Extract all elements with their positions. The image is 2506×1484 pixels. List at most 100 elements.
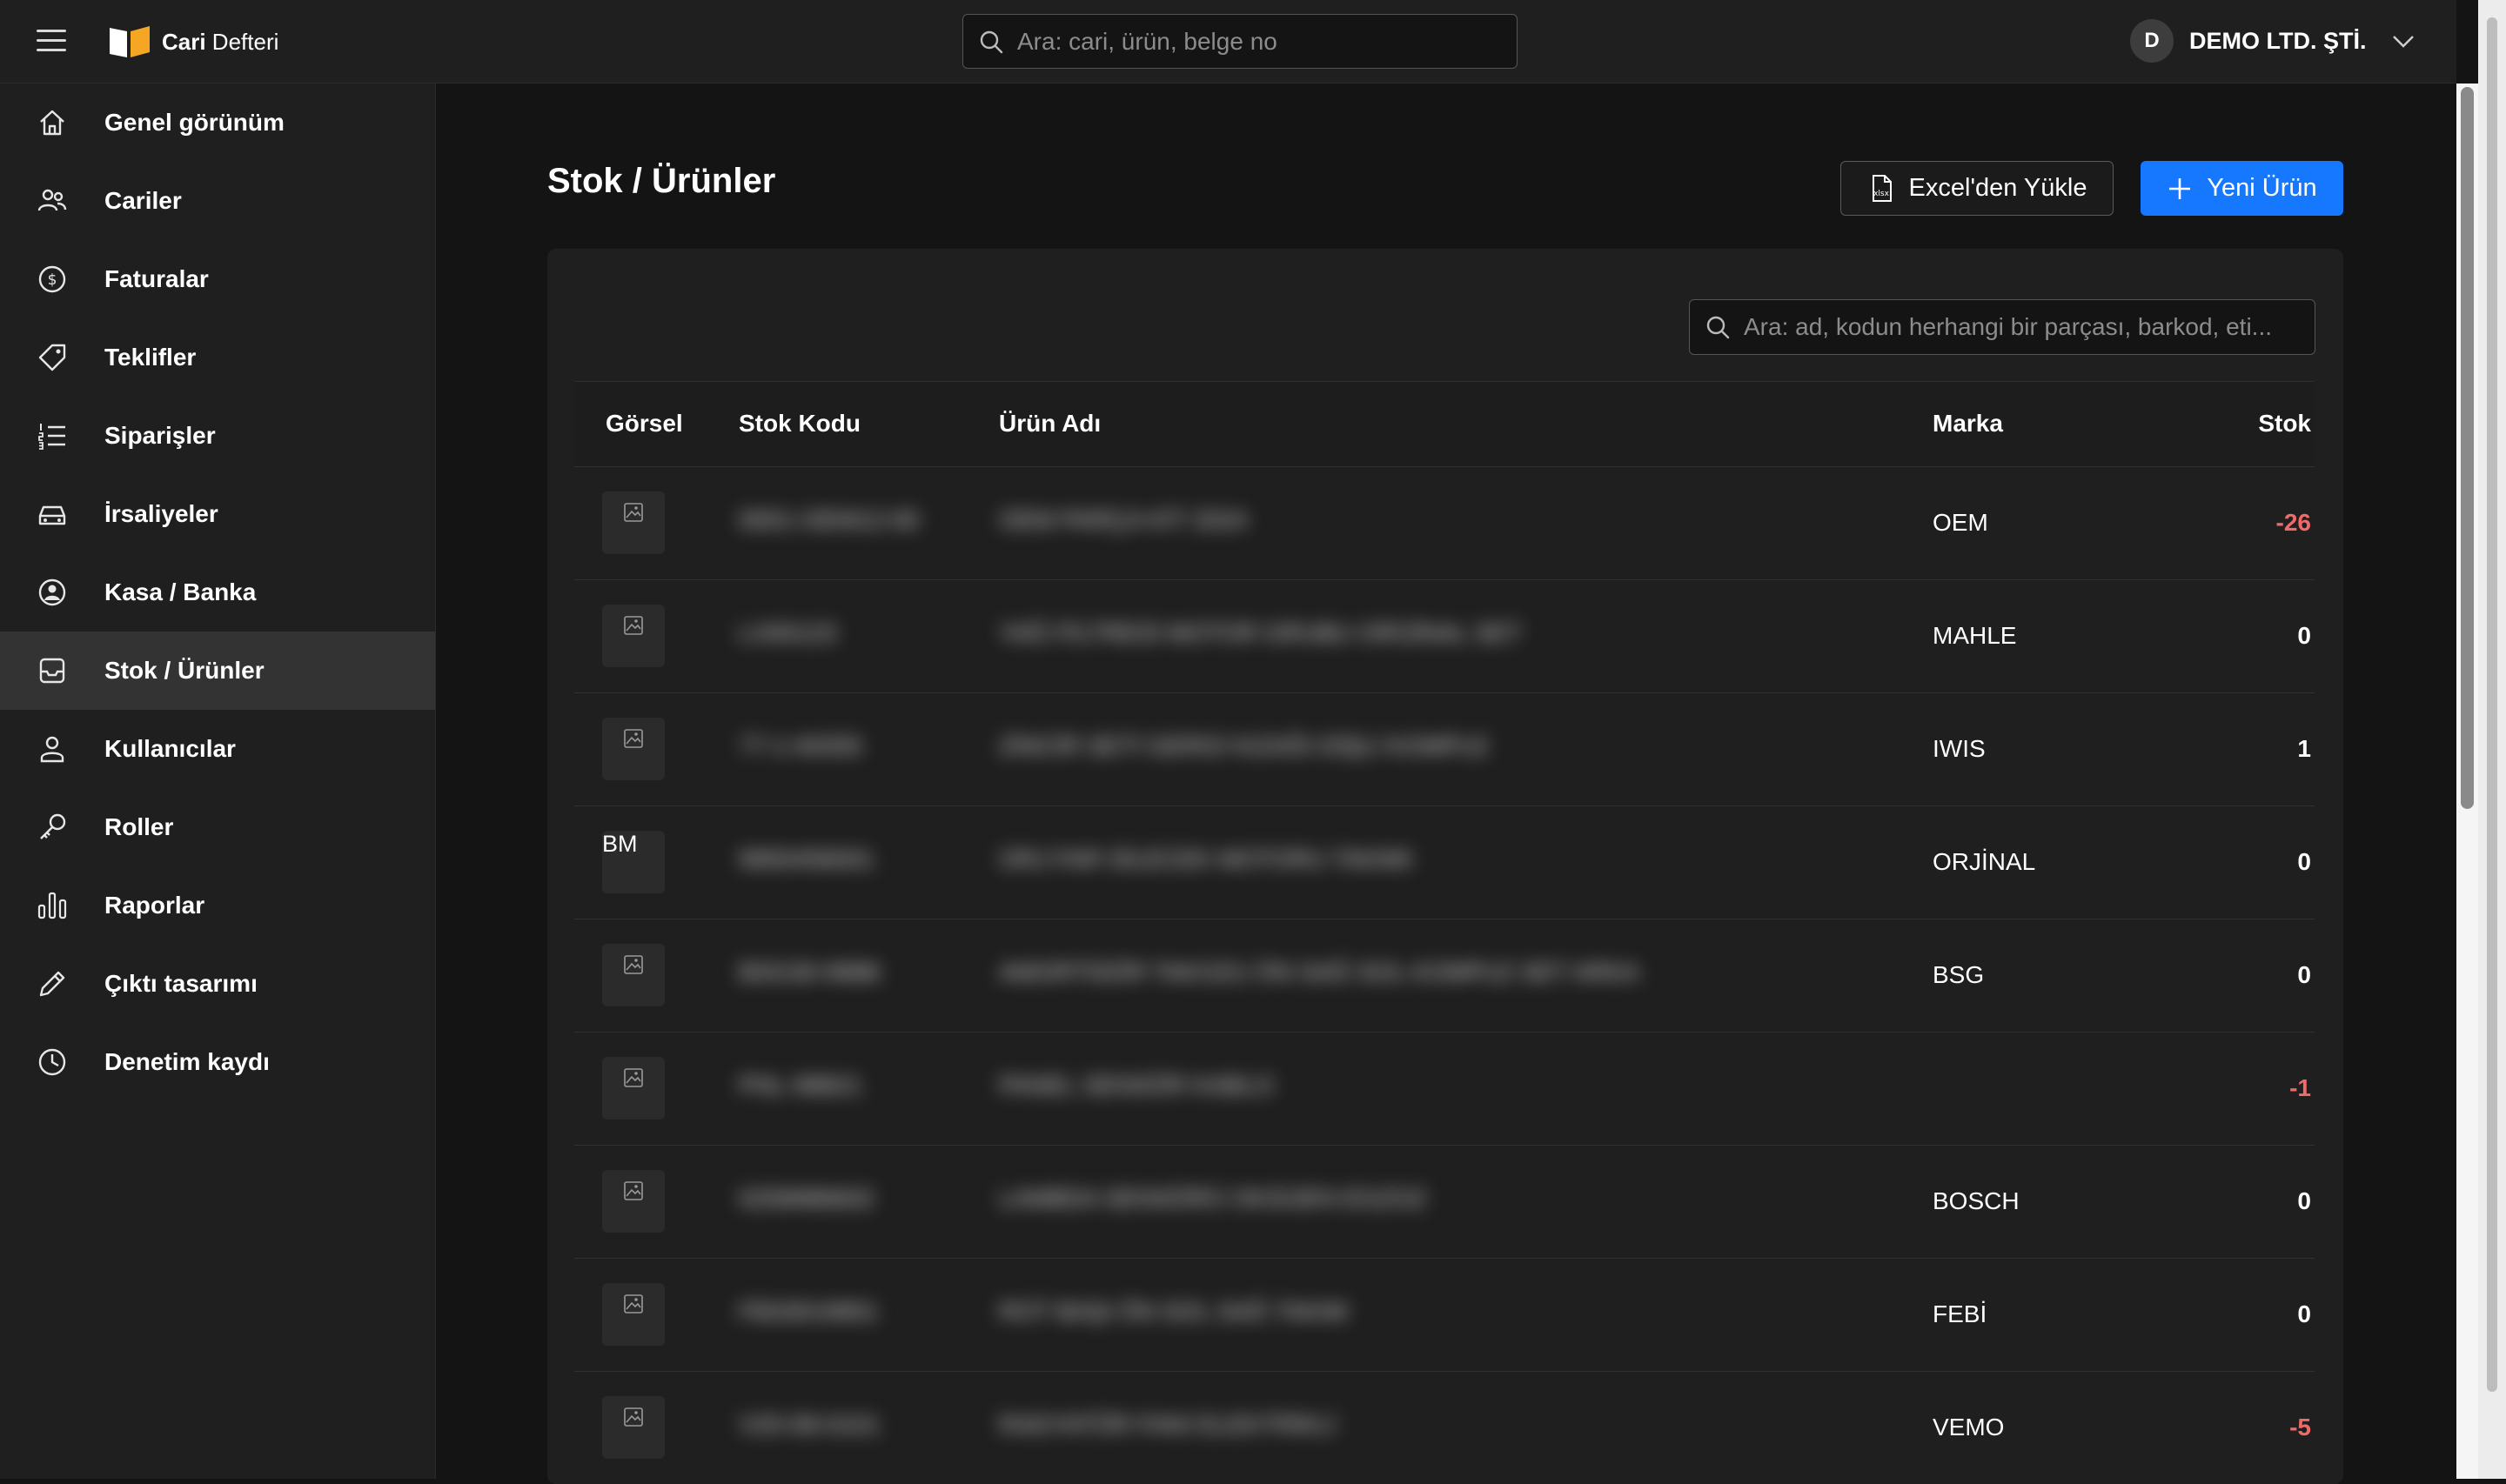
global-search[interactable] (962, 14, 1518, 69)
column-header-stok[interactable]: Stok (2258, 410, 2311, 438)
table-row[interactable]: 77-1-WS55 ZİNCİR SETİ GERGİ KIZAĞI DİŞLİ… (574, 693, 2315, 806)
product-name[interactable]: YAĞ FİLTRESİ MOTOR GRUBU ORİJİNAL SET (999, 619, 1522, 654)
window-scrollbar-thumb[interactable] (2487, 17, 2497, 1392)
sidebar-item-label: Kullanıcılar (104, 735, 236, 762)
column-header-urun-adi[interactable]: Ürün Adı (999, 410, 1101, 438)
page-title: Stok / Ürünler (547, 162, 776, 200)
sidebar-item-label: Çıktı tasarımı (104, 970, 258, 997)
sidebar-item-denetim-kaydi[interactable]: Denetim kaydı (0, 1023, 435, 1101)
product-thumbnail[interactable] (602, 1057, 665, 1120)
table-row[interactable]: LX00123 YAĞ FİLTRESİ MOTOR GRUBU ORİJİNA… (574, 580, 2315, 693)
search-icon (980, 30, 1003, 53)
sidebar-item-genel-gorunum[interactable]: Genel görünüm (0, 84, 435, 162)
product-name[interactable]: PANEL SENSÖR KABLO (999, 1072, 1274, 1106)
product-thumbnail[interactable] (602, 1396, 665, 1459)
menu-icon[interactable] (37, 30, 66, 52)
product-name[interactable]: RADYATÖR FANI ELEKTRİKLİ (999, 1411, 1337, 1446)
sidebar-item-label: Faturalar (104, 265, 209, 292)
stock-code: V20-08-0101 (739, 1411, 880, 1438)
stock-code: 9900456001 (739, 846, 874, 872)
sidebar-item-label: Raporlar (104, 892, 205, 919)
product-name[interactable]: ZİNCİR SETİ GERGİ KIZAĞI DİŞLİ KOMPLE (999, 732, 1489, 767)
table-row[interactable]: BM 9900456001 ORJ FAR SİLECEK MOTORU TAK… (574, 806, 2315, 919)
key-icon (40, 813, 66, 839)
stock-code: 77-1-WS55 (739, 732, 862, 759)
product-name[interactable]: OEM PARÇA KİT 2024 (999, 506, 1247, 541)
product-thumbnail[interactable] (602, 605, 665, 667)
sidebar-item-kullanicilar[interactable]: Kullanıcılar (0, 710, 435, 788)
table-row[interactable]: FB33019901 ROT BAŞI ÖN SOL SAĞ TAKIM FEB… (574, 1259, 2315, 1372)
stock-code: FB33019901 (739, 1298, 879, 1325)
product-name[interactable]: AMORTİSÖR TAKOZU ÖN SAĞ SOL KOMPLE SET A… (999, 959, 1639, 993)
product-thumbnail[interactable] (602, 491, 665, 554)
column-header-marka[interactable]: Marka (1933, 410, 2003, 438)
svg-text:$: $ (48, 271, 57, 289)
sidebar-item-kasa-banka[interactable]: Kasa / Banka (0, 553, 435, 632)
products-card: Görsel Stok Kodu Ürün Adı Marka Stok 000… (547, 249, 2343, 1484)
stock-code: 0258986602 (739, 1185, 874, 1212)
sidebar-item-label: Cariler (104, 187, 182, 214)
svg-text:xlsx: xlsx (1873, 190, 1890, 198)
ordered-list-icon (38, 424, 65, 450)
user-menu[interactable]: D DEMO LTD. ŞTİ. (2130, 19, 2416, 63)
sidebar-item-label: İrsaliyeler (104, 500, 218, 527)
sidebar-item-teklifler[interactable]: Teklifler (0, 318, 435, 397)
book-logo-icon (110, 26, 150, 57)
sidebar-item-label: Denetim kaydı (104, 1048, 270, 1075)
users-icon (37, 189, 67, 211)
stock-value: 0 (2297, 961, 2311, 988)
sidebar-item-label: Genel görünüm (104, 109, 285, 136)
image-placeholder-icon (624, 1181, 643, 1200)
brand: BSG (1933, 961, 1985, 988)
excel-upload-label: Excel'den Yükle (1908, 174, 2087, 202)
product-thumbnail[interactable] (602, 1170, 665, 1233)
product-thumbnail[interactable] (602, 718, 665, 780)
product-thumbnail[interactable] (602, 944, 665, 1006)
excel-upload-button[interactable]: xlsx Excel'den Yükle (1840, 161, 2114, 216)
stock-code: BSG30-9988 (739, 959, 880, 986)
column-header-stok-kodu[interactable]: Stok Kodu (739, 410, 861, 438)
product-name[interactable]: LAMBDA SENSÖRÜ OKSİJEN EGZOZ (999, 1185, 1427, 1220)
sidebar-item-irsaliyeler[interactable]: İrsaliyeler (0, 475, 435, 553)
global-search-input[interactable] (1015, 26, 1517, 57)
table-search[interactable] (1689, 299, 2315, 355)
top-bar: Cari Defteri D DEMO LTD. ŞTİ. (0, 0, 2456, 84)
image-placeholder-icon (624, 1407, 643, 1427)
image-placeholder-icon (624, 1068, 643, 1087)
app-name: Cari Defteri (162, 28, 279, 55)
app-logo[interactable]: Cari Defteri (108, 24, 278, 59)
inbox-icon (39, 658, 65, 684)
product-name[interactable]: ROT BAŞI ÖN SOL SAĞ TAKIM (999, 1298, 1347, 1333)
sidebar-item-siparisler[interactable]: Siparişler (0, 397, 435, 475)
sidebar-item-cariler[interactable]: Cariler (0, 162, 435, 240)
sidebar-item-stok-urunler[interactable]: Stok / Ürünler (0, 632, 435, 710)
tag-icon (38, 344, 66, 371)
image-placeholder-icon (624, 1294, 643, 1314)
sidebar-item-faturalar[interactable]: $ Faturalar (0, 240, 435, 318)
sidebar-item-roller[interactable]: Roller (0, 788, 435, 866)
table-row[interactable]: 0001-OEM12-00 OEM PARÇA KİT 2024 OEM -26 (574, 467, 2315, 580)
user-icon (40, 736, 64, 763)
search-icon (1706, 316, 1730, 339)
table-row[interactable]: PNL-98821 PANEL SENSÖR KABLO -1 (574, 1033, 2315, 1146)
sidebar-item-label: Kasa / Banka (104, 578, 257, 605)
product-thumbnail[interactable] (602, 1283, 665, 1346)
sidebar-item-label: Roller (104, 813, 174, 840)
table-row[interactable]: BSG30-9988 AMORTİSÖR TAKOZU ÖN SAĞ SOL K… (574, 919, 2315, 1033)
brand: VEMO (1933, 1414, 2005, 1441)
sidebar-item-cikti-tasarimi[interactable]: Çıktı tasarımı (0, 945, 435, 1023)
table-row[interactable]: 0258986602 LAMBDA SENSÖRÜ OKSİJEN EGZOZ … (574, 1146, 2315, 1259)
brand: FEBİ (1933, 1300, 1987, 1327)
table-row[interactable]: V20-08-0101 RADYATÖR FANI ELEKTRİKLİ VEM… (574, 1372, 2315, 1484)
image-placeholder-icon (624, 503, 643, 522)
sidebar-item-label: Stok / Ürünler (104, 657, 265, 684)
sidebar-item-raporlar[interactable]: Raporlar (0, 866, 435, 945)
new-product-button[interactable]: Yeni Ürün (2141, 161, 2343, 216)
product-name[interactable]: ORJ FAR SİLECEK MOTORU TAKIMI (999, 846, 1412, 880)
table-search-input[interactable] (1742, 312, 2315, 342)
clock-icon (38, 1048, 66, 1076)
content-scrollbar-thumb[interactable] (2461, 87, 2474, 809)
column-header-gorsel[interactable]: Görsel (606, 410, 683, 438)
car-icon (38, 505, 66, 525)
stock-value: 0 (2297, 1187, 2311, 1214)
